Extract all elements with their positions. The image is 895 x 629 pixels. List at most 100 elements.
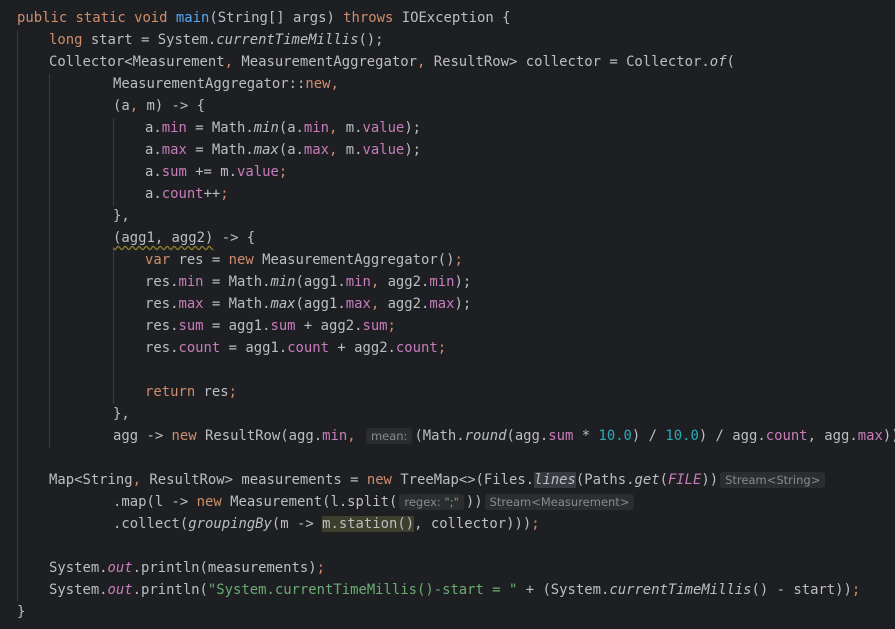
code-token: ; bbox=[228, 384, 238, 400]
code-line-23[interactable]: System.out.println(measurements); bbox=[49, 557, 325, 579]
code-token: agg -> bbox=[113, 428, 172, 444]
code-token: get bbox=[634, 472, 660, 488]
code-token: (m -> bbox=[271, 516, 323, 532]
code-token: new bbox=[171, 428, 197, 444]
code-token: max bbox=[303, 142, 330, 158]
code-line-9[interactable]: a.count++; bbox=[145, 183, 229, 205]
code-token: m. bbox=[337, 142, 363, 158]
code-token: "System.currentTimeMillis()-start = " bbox=[207, 582, 518, 598]
code-line-8[interactable]: a.sum += m.value; bbox=[145, 161, 287, 183]
code-token: m) -> { bbox=[138, 98, 206, 114]
code-line-6[interactable]: a.min = Math.min(a.min, m.value); bbox=[145, 117, 421, 139]
code-line-3[interactable]: Collector<Measurement, MeasurementAggreg… bbox=[49, 51, 735, 73]
code-token: res. bbox=[145, 318, 179, 334]
indent-guide bbox=[113, 118, 114, 206]
code-token: (String[] args) bbox=[209, 10, 344, 26]
code-token: , bbox=[330, 76, 339, 92]
code-token: ); bbox=[404, 142, 422, 158]
code-line-19[interactable]: agg -> new ResultRow(agg.min, mean: (Math… bbox=[113, 425, 895, 447]
code-token: throws bbox=[343, 10, 394, 26]
code-token: (a bbox=[113, 98, 130, 114]
code-token: (agg. bbox=[506, 428, 549, 444]
code-token: value bbox=[362, 142, 405, 158]
code-token: = Math. bbox=[186, 120, 254, 136]
code-token: = agg1. bbox=[220, 340, 288, 356]
code-line-14[interactable]: res.max = Math.max(agg1.max, agg2.max); bbox=[145, 293, 471, 315]
code-token: (Paths. bbox=[575, 472, 635, 488]
code-token: () - start)) bbox=[751, 582, 852, 598]
code-token: min bbox=[345, 274, 371, 290]
code-token: max bbox=[161, 142, 187, 158]
code-token: FILE bbox=[667, 472, 702, 488]
code-line-7[interactable]: a.max = Math.max(a.max, m.value); bbox=[145, 139, 421, 161]
code-token: lines bbox=[534, 472, 576, 488]
code-line-24[interactable]: System.out.println("System.currentTimeMi… bbox=[49, 579, 860, 601]
code-token: TreeMap<>(Files. bbox=[391, 472, 535, 488]
code-token: res bbox=[195, 384, 229, 400]
code-token: System. bbox=[49, 560, 108, 576]
code-token: min bbox=[270, 274, 296, 290]
code-token: = Math. bbox=[186, 142, 254, 158]
code-token: System. bbox=[49, 582, 108, 598]
code-token: Measurement(l.split( bbox=[221, 494, 398, 510]
code-token: (Math. bbox=[414, 428, 465, 444]
code-token: max bbox=[345, 296, 371, 312]
code-token: -> { bbox=[213, 230, 256, 246]
type-hint: Stream<String> bbox=[720, 472, 826, 488]
code-token: sum bbox=[161, 164, 187, 180]
code-line-18[interactable]: }, bbox=[113, 403, 130, 425]
code-token: MeasurementAggregator bbox=[233, 54, 417, 70]
code-token: MeasurementAggregator:: bbox=[113, 76, 306, 92]
parameter-hint: mean: bbox=[365, 428, 413, 444]
code-token: count bbox=[178, 340, 221, 356]
code-token: var bbox=[145, 252, 171, 268]
code-token: Map<String bbox=[49, 472, 133, 488]
code-line-17[interactable]: return res; bbox=[145, 381, 237, 403]
code-token: .println( bbox=[132, 582, 208, 598]
code-token: start = System. bbox=[82, 32, 217, 48]
code-token: ); bbox=[454, 274, 472, 290]
code-token: m.station() bbox=[322, 516, 415, 532]
code-token: ; bbox=[531, 516, 540, 532]
code-token: , bbox=[347, 428, 356, 444]
code-line-22[interactable]: .collect(groupingBy(m -> m.station(), co… bbox=[113, 513, 540, 535]
code-token: groupingBy bbox=[188, 516, 272, 532]
code-line-13[interactable]: res.min = Math.min(agg1.min, agg2.min); bbox=[145, 271, 471, 293]
code-token: agg2. bbox=[379, 296, 430, 312]
code-token: IOException { bbox=[393, 10, 511, 26]
indent-guide bbox=[113, 250, 114, 404]
code-token: res. bbox=[145, 296, 179, 312]
code-token: return bbox=[145, 384, 196, 400]
code-token: res. bbox=[145, 274, 179, 290]
code-line-5[interactable]: (a, m) -> { bbox=[113, 95, 205, 117]
code-line-11[interactable]: (agg1, agg2) -> { bbox=[113, 227, 255, 249]
code-token: }, bbox=[113, 406, 130, 422]
code-token: Collector<Measurement bbox=[49, 54, 225, 70]
code-editor[interactable]: public static void main(String[] args) t… bbox=[0, 0, 895, 629]
code-line-16[interactable]: res.count = agg1.count + agg2.count; bbox=[145, 337, 446, 359]
code-token: agg2. bbox=[379, 274, 430, 290]
code-line-25[interactable]: } bbox=[17, 601, 25, 623]
code-token: = agg1. bbox=[203, 318, 271, 334]
code-token: , bbox=[370, 274, 380, 290]
code-token: max bbox=[178, 296, 204, 312]
code-line-4[interactable]: MeasurementAggregator::new, bbox=[113, 73, 339, 95]
code-token: a. bbox=[145, 186, 162, 202]
code-line-20[interactable]: Map<String, ResultRow> measurements = ne… bbox=[49, 469, 827, 491]
code-line-10[interactable]: }, bbox=[113, 205, 130, 227]
code-token: sum bbox=[270, 318, 296, 334]
code-line-21[interactable]: .map(l -> new Measurement(l.split(regex:… bbox=[113, 491, 636, 513]
code-token: * bbox=[573, 428, 599, 444]
code-token: min bbox=[322, 428, 348, 444]
code-token: out bbox=[107, 560, 133, 576]
code-line-15[interactable]: res.sum = agg1.sum + agg2.sum; bbox=[145, 315, 396, 337]
code-token: a. bbox=[145, 120, 162, 136]
code-token: value bbox=[237, 164, 279, 180]
code-token: ; bbox=[437, 340, 447, 356]
code-token: ; bbox=[454, 252, 463, 268]
code-line-2[interactable]: long start = System.currentTimeMillis(); bbox=[49, 29, 384, 51]
code-token: new bbox=[366, 472, 392, 488]
code-line-1[interactable]: public static void main(String[] args) t… bbox=[17, 7, 510, 29]
code-line-12[interactable]: var res = new MeasurementAggregator(); bbox=[145, 249, 463, 271]
code-token: max bbox=[270, 296, 296, 312]
